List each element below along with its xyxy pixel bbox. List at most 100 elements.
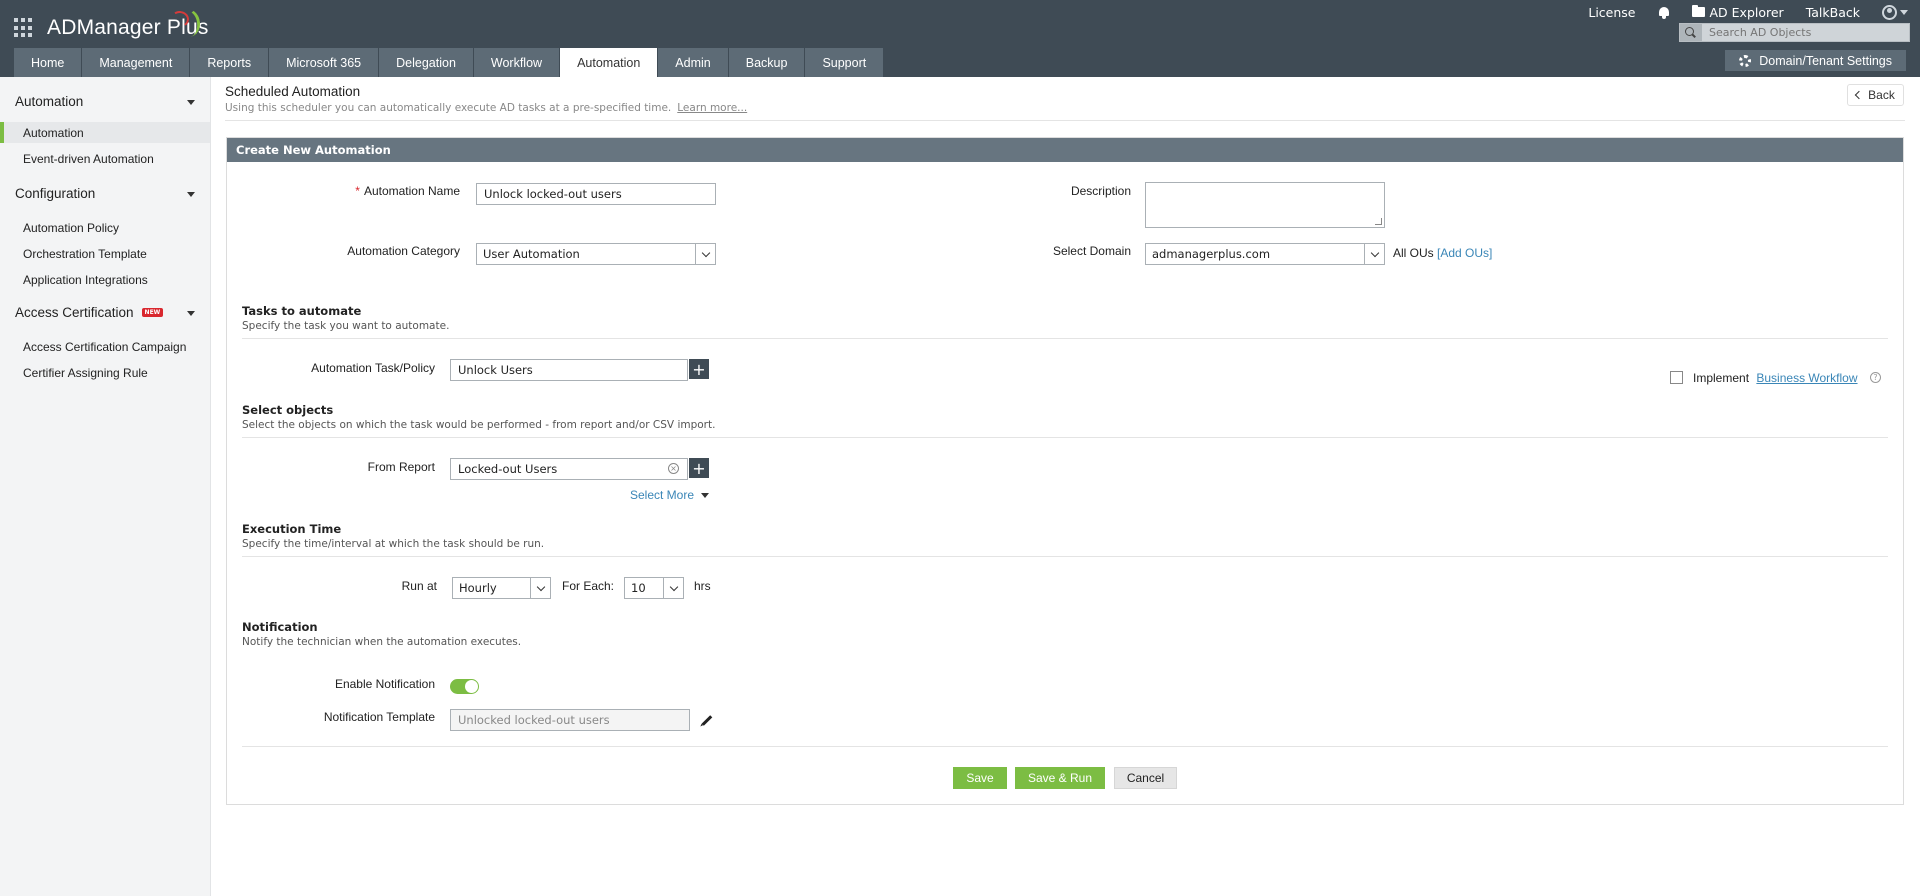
sidebar-item-automation[interactable]: Automation <box>0 122 210 143</box>
tab-home[interactable]: Home <box>14 48 82 77</box>
back-label: Back <box>1868 88 1895 102</box>
chevron-down-icon <box>663 578 683 598</box>
required-marker: * <box>355 184 360 198</box>
tab-microsoft-365[interactable]: Microsoft 365 <box>269 48 379 77</box>
sidebar-item-certifier-assigning-rule[interactable]: Certifier Assigning Rule <box>0 362 210 383</box>
tab-reports[interactable]: Reports <box>190 48 269 77</box>
sidebar-group-label: Access Certification <box>15 305 134 320</box>
notification-section-subtitle: Notify the technician when the automatio… <box>242 636 522 648</box>
help-icon[interactable]: ? <box>1870 372 1881 383</box>
tab-support[interactable]: Support <box>805 48 884 77</box>
from-report-label: From Report <box>367 460 435 474</box>
domain-tenant-settings-button[interactable]: Domain/Tenant Settings <box>1725 50 1906 71</box>
for-each-label: For Each: <box>562 579 615 593</box>
description-textarea[interactable] <box>1145 182 1385 228</box>
ad-explorer-link[interactable]: AD Explorer <box>1691 4 1784 20</box>
search-ad-objects <box>1679 23 1910 42</box>
from-report-input[interactable]: Locked-out Users <box>450 458 688 480</box>
implement-workflow-label: Implement Business Workflow <box>1693 371 1858 385</box>
automation-category-select[interactable]: User Automation <box>476 243 716 265</box>
tasks-section-subtitle: Specify the task you want to automate. <box>242 320 450 332</box>
learn-more-link[interactable]: Learn more... <box>677 102 747 114</box>
add-task-button[interactable]: + <box>689 359 709 379</box>
cancel-button[interactable]: Cancel <box>1114 767 1177 789</box>
business-workflow-link[interactable]: Business Workflow <box>1756 371 1857 385</box>
select-more-dropdown[interactable]: Select More <box>630 488 710 502</box>
caret-down-icon <box>701 493 710 499</box>
search-icon[interactable] <box>1680 24 1702 41</box>
search-input[interactable] <box>1702 24 1909 41</box>
sidebar-group-label: Configuration <box>15 186 96 201</box>
sidebar-item-application-integrations[interactable]: Application Integrations <box>0 269 210 290</box>
ou-selection: All OUs [Add OUs] <box>1393 246 1492 260</box>
save-button[interactable]: Save <box>953 767 1007 789</box>
top-header: ADManager Plus License AD Explorer TalkB… <box>0 0 1920 77</box>
page-subtitle: Using this scheduler you can automatical… <box>225 102 747 114</box>
sidebar-item-orchestration-template[interactable]: Orchestration Template <box>0 243 210 264</box>
chevron-down-icon <box>695 244 715 264</box>
notifications-button[interactable] <box>1658 6 1670 19</box>
tab-delegation[interactable]: Delegation <box>379 48 473 77</box>
tasks-section-title: Tasks to automate <box>242 304 362 318</box>
execution-section-subtitle: Specify the time/interval at which the t… <box>242 538 545 550</box>
tab-automation[interactable]: Automation <box>560 48 658 77</box>
panel-title: Create New Automation <box>227 138 1903 162</box>
bell-icon <box>1658 6 1670 19</box>
add-report-button[interactable]: + <box>689 458 709 478</box>
run-at-label: Run at <box>401 579 437 593</box>
select-domain-value: admanagerplus.com <box>1152 247 1271 261</box>
user-menu-caret-icon[interactable] <box>1900 9 1908 15</box>
sidebar-item-access-certification-campaign[interactable]: Access Certification Campaign <box>0 336 210 357</box>
automation-name-label: * Automation Name <box>340 184 460 198</box>
chevron-down-icon <box>1364 244 1384 264</box>
folder-icon <box>1691 5 1705 17</box>
run-at-value: Hourly <box>459 581 497 595</box>
hours-unit-label: hrs <box>694 579 711 593</box>
for-each-select[interactable]: 10 <box>624 577 684 599</box>
sidebar-group-access-certification[interactable]: Access Certification NEW <box>15 305 195 320</box>
save-and-run-button[interactable]: Save & Run <box>1015 767 1105 789</box>
back-button[interactable]: Back <box>1847 84 1904 106</box>
automation-category-value: User Automation <box>483 247 580 261</box>
description-label: Description <box>1070 184 1131 198</box>
enable-notification-label: Enable Notification <box>334 677 435 691</box>
user-avatar-icon[interactable] <box>1882 4 1897 20</box>
tab-workflow[interactable]: Workflow <box>473 48 560 77</box>
divider <box>225 120 1905 121</box>
section-divider <box>242 338 1888 339</box>
sidebar-group-automation[interactable]: Automation <box>15 94 195 109</box>
tab-management[interactable]: Management <box>82 48 190 77</box>
gear-icon <box>1739 54 1752 67</box>
notification-section-title: Notification <box>242 620 318 634</box>
add-ous-link[interactable]: [Add OUs] <box>1437 246 1492 260</box>
all-ous-label: All OUs <box>1393 246 1434 260</box>
chevron-down-icon <box>187 311 195 316</box>
for-each-value: 10 <box>631 581 646 595</box>
sidebar-group-configuration[interactable]: Configuration <box>15 186 195 201</box>
section-divider <box>242 437 1888 438</box>
tab-admin[interactable]: Admin <box>658 48 728 77</box>
run-at-select[interactable]: Hourly <box>452 577 551 599</box>
automation-name-input[interactable]: Unlock locked-out users <box>476 183 716 205</box>
license-link[interactable]: License <box>1588 5 1635 20</box>
ad-explorer-label: AD Explorer <box>1709 4 1784 20</box>
main-tabs: Home Management Reports Microsoft 365 De… <box>14 48 884 77</box>
apps-grid-icon[interactable] <box>14 18 34 38</box>
automation-task-label: Automation Task/Policy <box>311 361 435 375</box>
talkback-link[interactable]: TalkBack <box>1806 5 1860 20</box>
section-divider <box>242 556 1888 557</box>
chevron-down-icon <box>187 100 195 105</box>
notification-template-input[interactable]: Unlocked locked-out users <box>450 709 690 731</box>
select-domain-select[interactable]: admanagerplus.com <box>1145 243 1385 265</box>
sidebar-item-automation-policy[interactable]: Automation Policy <box>0 217 210 238</box>
implement-workflow-checkbox[interactable] <box>1670 371 1683 384</box>
clear-icon[interactable]: × <box>668 463 679 474</box>
automation-task-input[interactable]: Unlock Users <box>450 359 688 381</box>
sidebar-item-event-driven-automation[interactable]: Event-driven Automation <box>0 148 210 169</box>
implement-label: Implement <box>1693 371 1750 385</box>
objects-section-subtitle: Select the objects on which the task wou… <box>242 419 716 431</box>
select-domain-label: Select Domain <box>1052 244 1131 258</box>
section-divider <box>242 746 1888 747</box>
tab-backup[interactable]: Backup <box>728 48 805 77</box>
enable-notification-toggle[interactable] <box>450 679 479 694</box>
